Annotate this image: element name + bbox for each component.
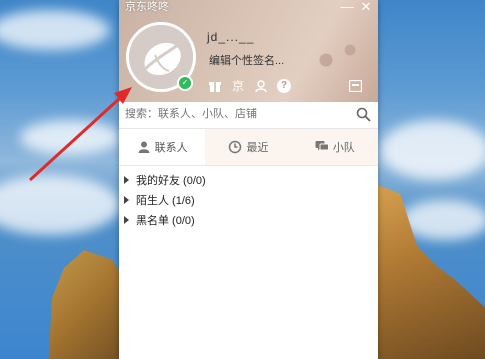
red-annotation-arrow	[28, 87, 132, 182]
